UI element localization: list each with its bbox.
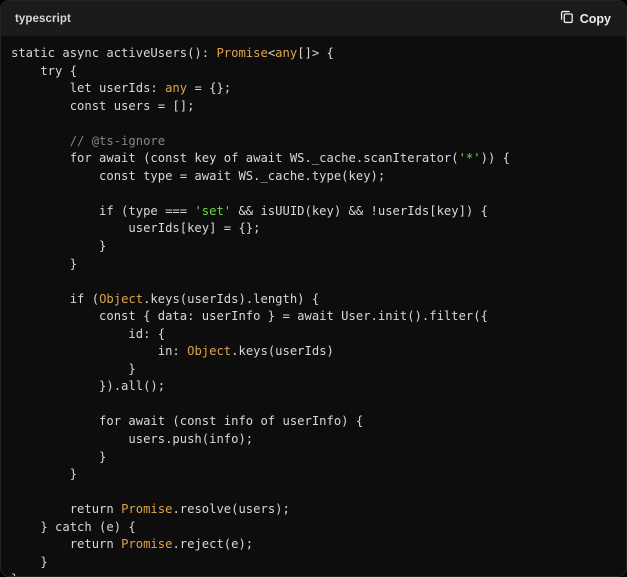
code-token-plain: .keys(userIds).length) { xyxy=(143,291,320,306)
code-line: } xyxy=(11,467,77,481)
code-token-plain: )) { xyxy=(480,151,510,166)
language-label: typescript xyxy=(15,12,71,25)
code-line: in: Object.keys(userIds) xyxy=(11,344,334,358)
copy-button-label: Copy xyxy=(579,11,611,26)
code-line: const users = []; xyxy=(11,98,195,113)
code-token-plain: } xyxy=(11,572,18,576)
code-token-plain: const users = []; xyxy=(11,98,195,113)
code-line: } xyxy=(11,239,106,253)
code-line: // @ts-ignore xyxy=(11,134,165,148)
code-token-plain: const { data: userInfo } = await User.in… xyxy=(11,309,488,324)
code-token-class: Promise xyxy=(121,537,173,552)
code-line: } xyxy=(11,257,77,271)
code-token-class: Promise xyxy=(121,502,173,517)
code-line: users.push(info); xyxy=(11,432,253,446)
code-token-plain: } xyxy=(11,554,48,569)
code-token-comment: // @ts-ignore xyxy=(11,133,166,148)
code-token-plain: for await (const key of await WS._cache.… xyxy=(11,151,459,166)
code-token-plain: .reject(e); xyxy=(172,537,254,552)
code-token-type: Promise xyxy=(216,46,268,60)
code-line: if (type === 'set' && isUUID(key) && !us… xyxy=(11,204,488,218)
code-block-header: typescript Copy xyxy=(1,1,626,36)
code-token-plain: return xyxy=(11,537,122,552)
code-token-plain: id: { xyxy=(11,326,166,341)
code-token-plain: if ( xyxy=(11,291,100,306)
code-token-plain: } xyxy=(11,449,107,464)
code-line: const type = await WS._cache.type(key); xyxy=(11,169,385,183)
code-token-plain: const type = await WS._cache.type(key); xyxy=(11,168,386,183)
code-line: for await (const info of userInfo) { xyxy=(11,414,363,428)
code-token-class: Object xyxy=(99,291,144,306)
code-line: } xyxy=(11,572,18,576)
code-token-plain: } xyxy=(11,467,78,482)
code-token-type: any xyxy=(275,46,298,60)
code-token-plain: static async activeUsers(): xyxy=(11,46,217,60)
code-token-plain: && isUUID(key) && !userIds[key]) { xyxy=(231,203,488,218)
code-line: }).all(); xyxy=(11,379,165,393)
code-line: } xyxy=(11,361,136,376)
copy-button[interactable]: Copy xyxy=(558,8,613,29)
code-line: } catch (e) { xyxy=(11,519,136,534)
code-token-plain: } xyxy=(11,256,78,271)
code-content: static async activeUsers(): Promise<any[… xyxy=(1,45,626,576)
code-token-plain: } xyxy=(11,239,107,254)
code-block: typescript Copy static async activeUsers… xyxy=(0,0,627,577)
code-token-plain: try { xyxy=(11,63,78,78)
code-token-plain: } xyxy=(11,361,136,376)
code-token-class: Object xyxy=(187,344,232,359)
code-token-plain: .resolve(users); xyxy=(172,502,290,517)
code-line: try { xyxy=(11,64,77,78)
code-line: } xyxy=(11,450,106,464)
code-line: id: { xyxy=(11,327,165,341)
code-token-plain: if (type === xyxy=(11,203,195,218)
code-token-plain: users.push(info); xyxy=(11,432,254,447)
code-token-string: 'set' xyxy=(194,203,232,218)
code-token-plain: let userIds: xyxy=(11,81,166,96)
code-line: return Promise.resolve(users); xyxy=(11,502,290,516)
code-token-plain: return xyxy=(11,502,122,517)
code-line: static async activeUsers(): Promise<any[… xyxy=(11,46,334,60)
code-token-plain: } catch (e) { xyxy=(11,519,136,534)
code-line: } xyxy=(11,554,48,569)
code-line: for await (const key of await WS._cache.… xyxy=(11,151,510,165)
code-line: return Promise.reject(e); xyxy=(11,537,253,551)
code-line: if (Object.keys(userIds).length) { xyxy=(11,291,320,306)
code-line: let userIds: any = {}; xyxy=(11,81,231,95)
code-token-plain: for await (const info of userInfo) { xyxy=(11,414,364,429)
copy-icon xyxy=(560,10,574,27)
code-token-plain: = {}; xyxy=(187,81,232,96)
code-body[interactable]: static async activeUsers(): Promise<any[… xyxy=(1,36,626,576)
code-line: userIds[key] = {}; xyxy=(11,221,260,235)
code-token-type: any xyxy=(165,81,188,96)
code-token-plain: .keys(userIds) xyxy=(231,344,334,359)
code-token-plain: }).all(); xyxy=(11,379,166,394)
code-token-plain: []> { xyxy=(297,46,334,60)
code-token-plain: in: xyxy=(11,344,188,359)
code-line: const { data: userInfo } = await User.in… xyxy=(11,309,488,323)
code-token-plain: userIds[key] = {}; xyxy=(11,221,261,236)
code-token-string: '*' xyxy=(458,151,481,166)
